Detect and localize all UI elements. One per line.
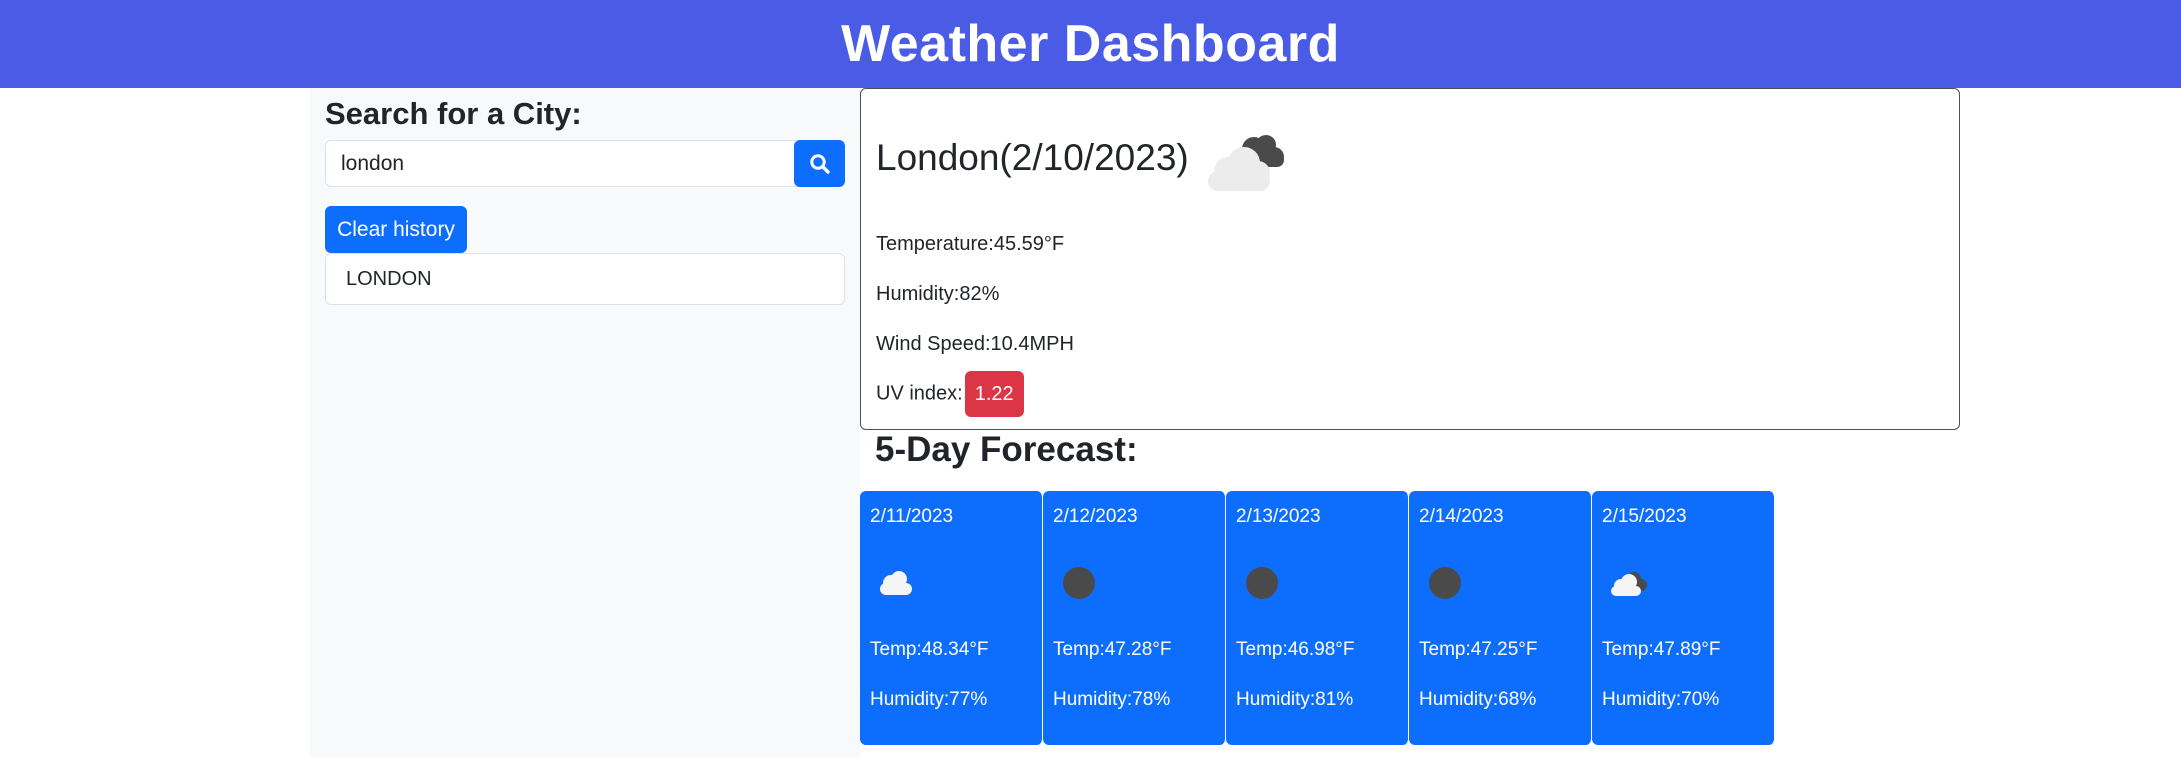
forecast-title: 5-Day Forecast: — [875, 430, 1138, 469]
broken-clouds-icon — [1611, 572, 1647, 596]
forecast-card: 2/13/2023 Temp:46.98°F Humidity:81% — [1226, 491, 1409, 745]
forecast-humidity: Humidity:81% — [1236, 689, 1354, 710]
cloudy-icon — [1208, 135, 1284, 191]
dark-cloud-icon — [1429, 567, 1461, 599]
dark-cloud-icon — [1063, 567, 1095, 599]
forecast-row: 2/11/2023 Temp:48.34°F Humidity:77% 2/12… — [860, 491, 1775, 745]
forecast-date: 2/15/2023 — [1602, 506, 1687, 527]
cloud-icon — [880, 571, 912, 595]
forecast-card: 2/14/2023 Temp:47.25°F Humidity:68% — [1409, 491, 1592, 745]
uv-index-badge: 1.22 — [964, 371, 1024, 417]
forecast-card: 2/15/2023 Temp:47.89°F Humidity:70% — [1592, 491, 1775, 745]
forecast-date: 2/14/2023 — [1419, 506, 1504, 527]
wind-speed-text: Wind Speed:10.4MPH — [876, 333, 1074, 355]
uv-index-row: UV index: 1.22 — [876, 371, 1024, 417]
forecast-humidity: Humidity:70% — [1602, 689, 1720, 710]
forecast-temp: Temp:46.98°F — [1236, 639, 1355, 660]
clear-history-button[interactable]: Clear history — [325, 206, 467, 253]
dark-cloud-icon — [1246, 567, 1278, 599]
header: Weather Dashboard — [0, 0, 2181, 88]
humidity-text: Humidity:82% — [876, 283, 1000, 305]
history-item[interactable]: LONDON — [325, 253, 845, 305]
forecast-temp: Temp:47.25°F — [1419, 639, 1538, 660]
sidebar: Search for a City: Clear history LONDON — [310, 88, 860, 758]
forecast-temp: Temp:47.28°F — [1053, 639, 1172, 660]
search-button[interactable] — [794, 140, 845, 187]
forecast-card: 2/12/2023 Temp:47.28°F Humidity:78% — [1043, 491, 1226, 745]
uv-index-label: UV index: — [876, 382, 963, 405]
search-title: Search for a City: — [325, 96, 582, 131]
current-weather-card: London(2/10/2023) Temperature:45.59°F Hu… — [860, 88, 1960, 430]
forecast-date: 2/12/2023 — [1053, 506, 1138, 527]
forecast-humidity: Humidity:77% — [870, 689, 988, 710]
forecast-date: 2/13/2023 — [1236, 506, 1321, 527]
search-history-list: LONDON — [325, 253, 845, 305]
temperature-text: Temperature:45.59°F — [876, 233, 1065, 255]
search-icon — [809, 153, 830, 174]
forecast-humidity: Humidity:78% — [1053, 689, 1171, 710]
forecast-date: 2/11/2023 — [870, 506, 954, 527]
forecast-card: 2/11/2023 Temp:48.34°F Humidity:77% — [860, 491, 1043, 745]
forecast-humidity: Humidity:68% — [1419, 689, 1537, 710]
forecast-temp: Temp:47.89°F — [1602, 639, 1721, 660]
page-title: Weather Dashboard — [841, 15, 1340, 73]
city-search-input[interactable] — [325, 140, 807, 187]
city-date-title: London(2/10/2023) — [876, 137, 1189, 178]
forecast-temp: Temp:48.34°F — [870, 639, 989, 660]
